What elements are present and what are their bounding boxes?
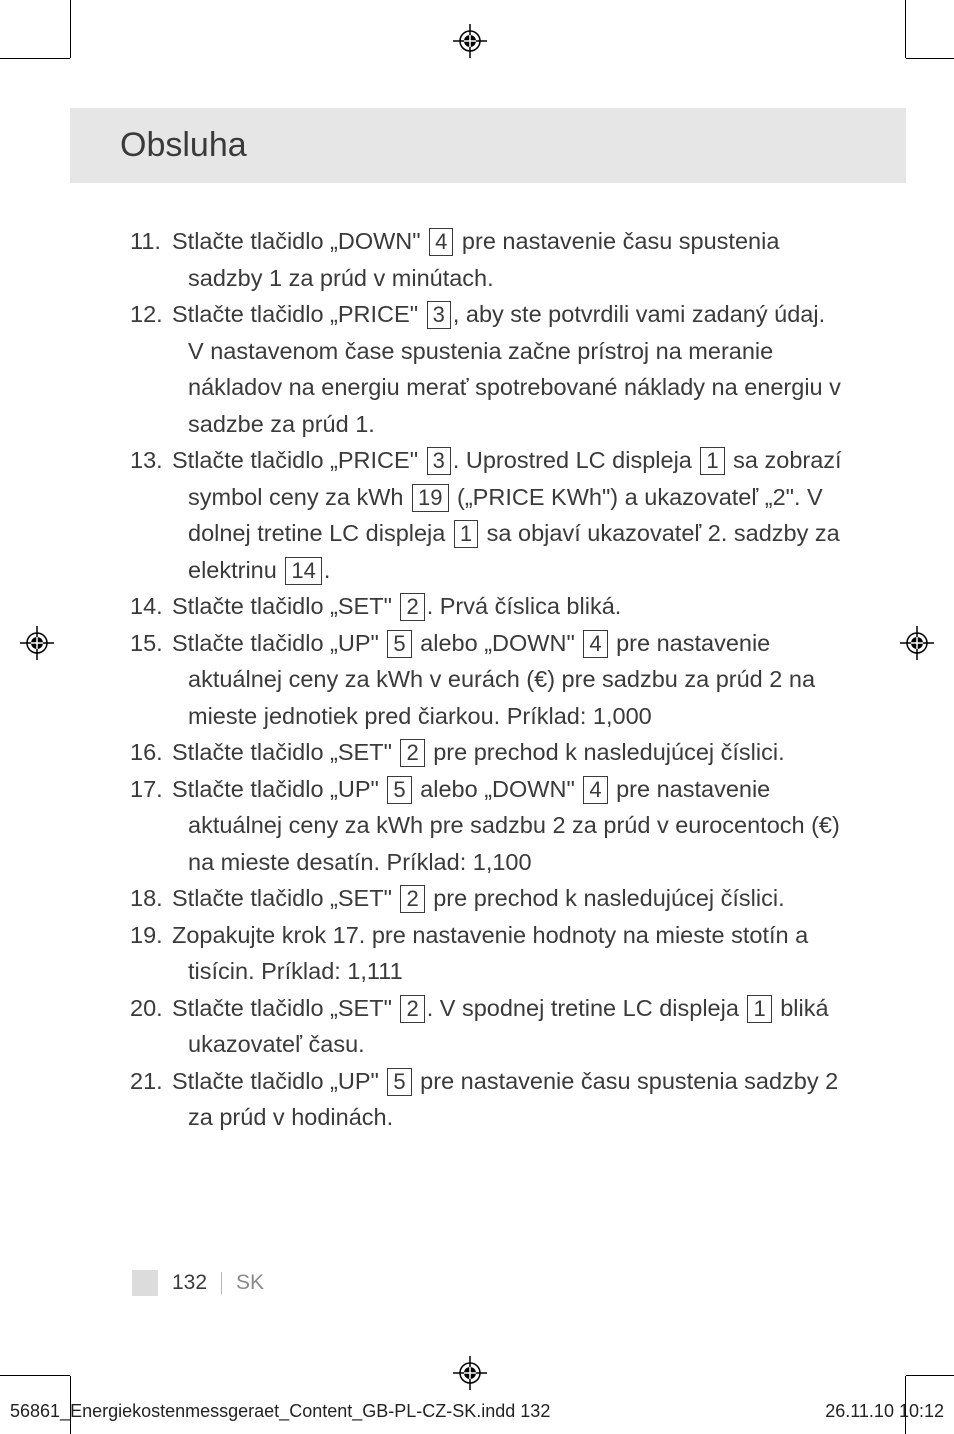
item-text: . — [324, 557, 331, 583]
reference-box: 1 — [700, 447, 724, 475]
item-text: Zopakujte krok 17. pre nastavenie hodnot… — [172, 922, 808, 985]
item-text: Stlačte tlačidlo „UP" — [172, 1068, 385, 1094]
reference-box: 2 — [400, 885, 424, 913]
reference-box: 1 — [454, 520, 478, 548]
item-text: Stlačte tlačidlo „SET" — [172, 593, 398, 619]
reference-box: 5 — [387, 1068, 411, 1096]
item-text: Stlačte tlačidlo „PRICE" — [172, 301, 425, 327]
reference-box: 14 — [285, 557, 321, 585]
crop-mark — [70, 0, 71, 58]
reference-box: 3 — [427, 301, 451, 329]
item-text: pre prechod k nasledujúcej číslici. — [427, 885, 785, 911]
list-item: 21.Stlačte tlačidlo „UP" 5 pre nastaveni… — [130, 1063, 846, 1136]
section-title-bar: Obsluha — [70, 108, 906, 183]
page-frame: Obsluha 11.Stlačte tlačidlo „DOWN" 4 pre… — [70, 58, 906, 1376]
list-item: 15.Stlačte tlačidlo „UP" 5 alebo „DOWN" … — [130, 625, 846, 735]
item-number: 12. — [130, 296, 172, 333]
indd-timestamp: 26.11.10 10:12 — [825, 1401, 944, 1422]
list-item: 13.Stlačte tlačidlo „PRICE" 3. Uprostred… — [130, 442, 846, 588]
register-mark-icon — [453, 24, 487, 58]
item-text: Stlačte tlačidlo „UP" — [172, 630, 385, 656]
list-item: 19.Zopakujte krok 17. pre nastavenie hod… — [130, 917, 846, 990]
item-number: 18. — [130, 880, 172, 917]
item-text: Stlačte tlačidlo „SET" — [172, 885, 398, 911]
reference-box: 4 — [583, 630, 607, 658]
reference-box: 4 — [429, 228, 453, 256]
reference-box: 2 — [400, 995, 424, 1023]
body-content: 11.Stlačte tlačidlo „DOWN" 4 pre nastave… — [70, 183, 906, 1136]
item-text: Stlačte tlačidlo „UP" — [172, 776, 385, 802]
reference-box: 19 — [412, 484, 448, 512]
item-text: alebo „DOWN" — [414, 776, 582, 802]
item-number: 20. — [130, 990, 172, 1027]
indd-slug: 56861_Energiekostenmessgeraet_Content_GB… — [0, 1401, 954, 1422]
item-text: Stlačte tlačidlo „SET" — [172, 995, 398, 1021]
crop-mark — [906, 58, 954, 59]
list-item: 18.Stlačte tlačidlo „SET" 2 pre prechod … — [130, 880, 846, 917]
crop-mark — [0, 58, 70, 59]
item-number: 21. — [130, 1063, 172, 1100]
crop-mark — [0, 1375, 70, 1376]
list-item: 12.Stlačte tlačidlo „PRICE" 3, aby ste p… — [130, 296, 846, 442]
item-number: 17. — [130, 771, 172, 808]
section-title: Obsluha — [120, 126, 906, 165]
reference-box: 2 — [400, 739, 424, 767]
crop-mark — [906, 1375, 954, 1376]
item-text: Stlačte tlačidlo „SET" — [172, 739, 398, 765]
reference-box: 5 — [387, 776, 411, 804]
item-text: . V spodnej tretine LC displeja — [427, 995, 746, 1021]
item-number: 13. — [130, 442, 172, 479]
item-number: 14. — [130, 588, 172, 625]
reference-box: 4 — [583, 776, 607, 804]
list-item: 17.Stlačte tlačidlo „UP" 5 alebo „DOWN" … — [130, 771, 846, 881]
indd-filename: 56861_Energiekostenmessgeraet_Content_GB… — [10, 1401, 550, 1422]
list-item: 16.Stlačte tlačidlo „SET" 2 pre prechod … — [130, 734, 846, 771]
reference-box: 1 — [747, 995, 771, 1023]
list-item: 14.Stlačte tlačidlo „SET" 2. Prvá číslic… — [130, 588, 846, 625]
reference-box: 5 — [387, 630, 411, 658]
item-number: 19. — [130, 917, 172, 954]
list-item: 11.Stlačte tlačidlo „DOWN" 4 pre nastave… — [130, 223, 846, 296]
footer-separator — [221, 1272, 222, 1294]
footer-block-icon — [132, 1270, 158, 1296]
list-item: 20.Stlačte tlačidlo „SET" 2. V spodnej t… — [130, 990, 846, 1063]
register-mark-icon — [20, 626, 54, 660]
reference-box: 3 — [427, 447, 451, 475]
reference-box: 2 — [400, 593, 424, 621]
item-text: pre prechod k nasledujúcej číslici. — [427, 739, 785, 765]
crop-mark — [905, 0, 906, 58]
item-text: . Prvá číslica bliká. — [427, 593, 622, 619]
page-footer: 132 SK — [132, 1270, 264, 1296]
item-number: 11. — [130, 223, 172, 260]
item-text: Stlačte tlačidlo „PRICE" — [172, 447, 425, 473]
item-number: 16. — [130, 734, 172, 771]
item-text: . Uprostred LC displeja — [453, 447, 699, 473]
footer-language: SK — [236, 1271, 264, 1295]
item-text: Stlačte tlačidlo „DOWN" — [172, 228, 427, 254]
item-number: 15. — [130, 625, 172, 662]
page-number: 132 — [172, 1271, 207, 1295]
item-text: alebo „DOWN" — [414, 630, 582, 656]
